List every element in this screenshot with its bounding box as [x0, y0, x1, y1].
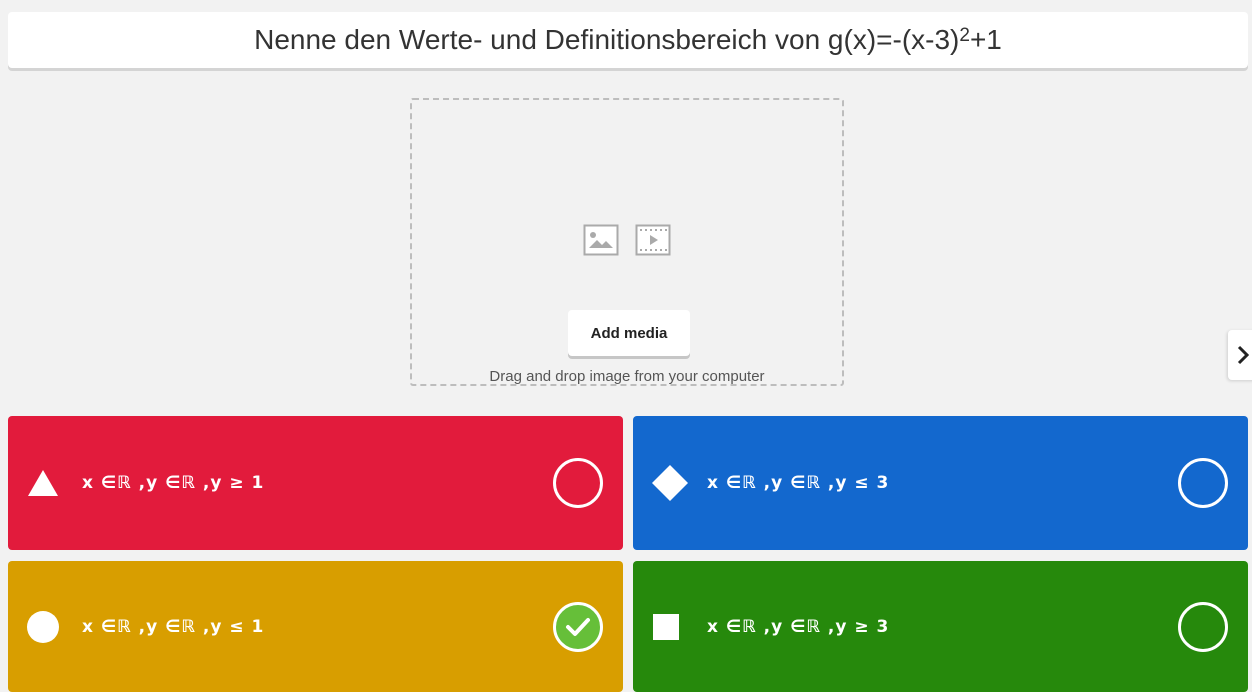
- question-exponent: 2: [959, 25, 970, 46]
- answer-option-1[interactable]: x ∈ℝ ,y ∈ℝ ,y ≥ 1: [8, 416, 623, 550]
- answer-text: x ∈ℝ ,y ∈ℝ ,y ≥ 1: [82, 473, 265, 493]
- add-media-button[interactable]: Add media: [568, 310, 690, 356]
- question-text-prefix: Nenne den Werte- und Definitionsbereich …: [254, 24, 960, 55]
- next-slide-button[interactable]: [1228, 330, 1252, 380]
- media-dropzone[interactable]: Add media Drag and drop image from your …: [410, 98, 844, 386]
- triangle-icon: [28, 470, 58, 496]
- answer-correct-toggle[interactable]: [1178, 458, 1228, 508]
- answer-correct-toggle[interactable]: [1178, 601, 1228, 652]
- square-icon: [653, 613, 679, 640]
- answer-text: x ∈ℝ ,y ∈ℝ ,y ≤ 3: [707, 473, 890, 493]
- answer-correct-toggle[interactable]: [553, 601, 603, 652]
- diamond-icon: [652, 465, 688, 501]
- video-icon: [635, 224, 671, 256]
- chevron-right-icon: [1237, 345, 1249, 365]
- answer-text: x ∈ℝ ,y ∈ℝ ,y ≤ 1: [82, 616, 265, 637]
- question-text-suffix: +1: [969, 24, 1002, 55]
- checkmark-icon: [566, 617, 590, 636]
- drag-drop-hint: Drag and drop image from your computer: [489, 368, 765, 385]
- image-icon: [583, 224, 619, 256]
- answer-correct-toggle[interactable]: [553, 458, 603, 508]
- answer-option-4[interactable]: x ∈ℝ ,y ∈ℝ ,y ≥ 3: [633, 561, 1248, 692]
- answer-option-3[interactable]: x ∈ℝ ,y ∈ℝ ,y ≤ 1: [8, 561, 623, 692]
- answer-option-2[interactable]: x ∈ℝ ,y ∈ℝ ,y ≤ 3: [633, 416, 1248, 550]
- circle-icon: [27, 610, 59, 643]
- answer-text: x ∈ℝ ,y ∈ℝ ,y ≥ 3: [707, 616, 890, 637]
- question-title[interactable]: Nenne den Werte- und Definitionsbereich …: [8, 12, 1248, 68]
